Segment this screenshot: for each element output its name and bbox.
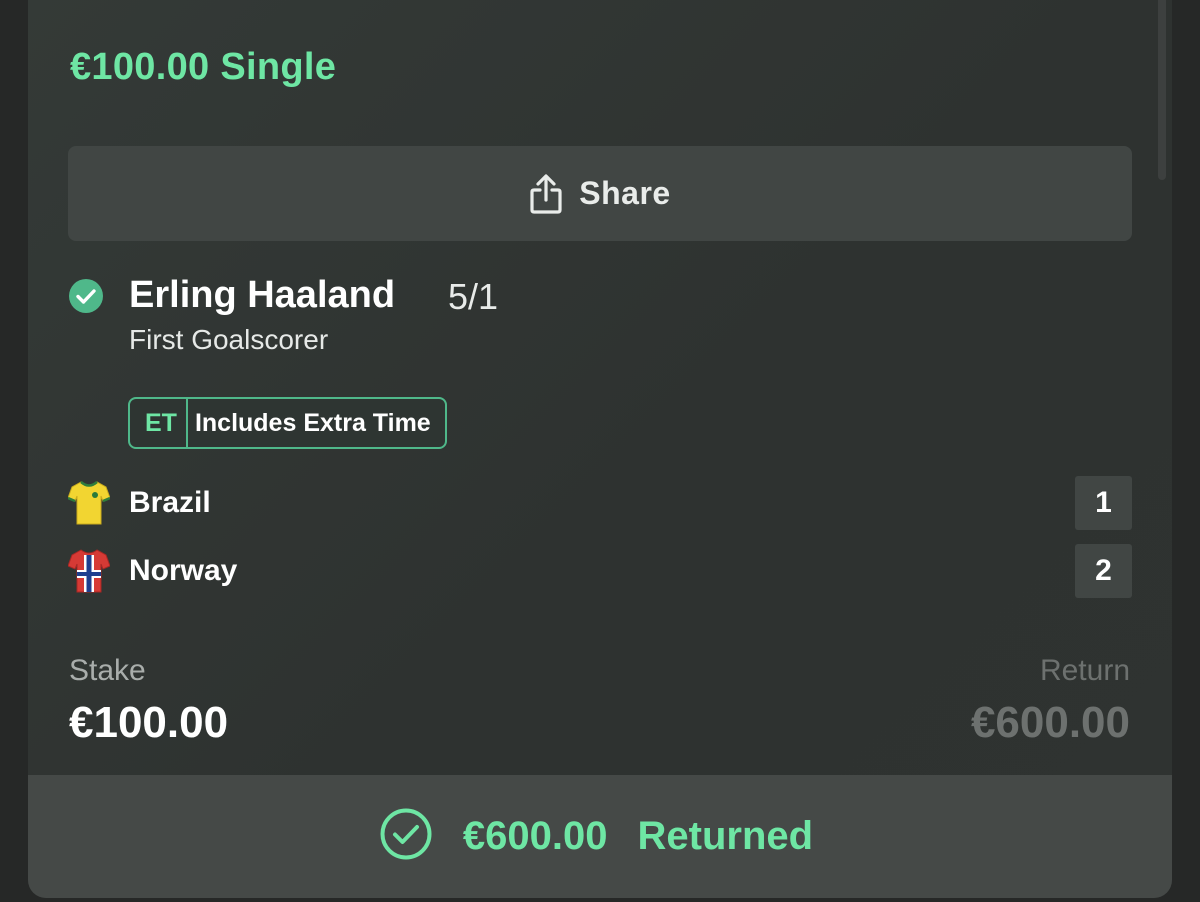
team-row-brazil: Brazil 1 bbox=[67, 476, 1132, 530]
team-name: Brazil bbox=[129, 486, 211, 519]
team-row-norway: Norway 2 bbox=[67, 544, 1132, 598]
stake-value: €100.00 bbox=[69, 698, 229, 747]
scrollbar[interactable] bbox=[1158, 0, 1166, 180]
extra-time-badge: ET Includes Extra Time bbox=[128, 397, 447, 449]
return-label: Return bbox=[1039, 654, 1130, 687]
extra-time-text: Includes Extra Time bbox=[194, 408, 431, 437]
return-value: €600.00 bbox=[970, 698, 1130, 747]
brazil-shirt-icon bbox=[67, 480, 111, 526]
norway-shirt-icon bbox=[67, 548, 111, 594]
bet-title: €100.00 Single bbox=[70, 46, 337, 88]
returned-banner: €600.00 Returned bbox=[28, 775, 1172, 898]
check-circle-outline-icon bbox=[379, 807, 433, 866]
stake-label: Stake bbox=[69, 654, 146, 687]
extra-time-code: ET bbox=[130, 399, 188, 447]
check-circle-icon bbox=[68, 278, 104, 319]
returned-status: Returned bbox=[637, 814, 814, 858]
selection-odds: 5/1 bbox=[448, 276, 499, 317]
selection-name: Erling Haaland bbox=[129, 274, 396, 316]
team-score: 2 bbox=[1075, 544, 1132, 598]
market-name: First Goalscorer bbox=[129, 324, 329, 355]
bet-card: €100.00 Single Share Erling Haaland 5/1 … bbox=[28, 0, 1172, 898]
team-score: 1 bbox=[1075, 476, 1132, 530]
share-button[interactable]: Share bbox=[68, 146, 1132, 241]
share-icon bbox=[529, 173, 563, 214]
team-name: Norway bbox=[129, 554, 238, 587]
returned-amount: €600.00 bbox=[462, 814, 608, 858]
share-label: Share bbox=[579, 175, 671, 211]
